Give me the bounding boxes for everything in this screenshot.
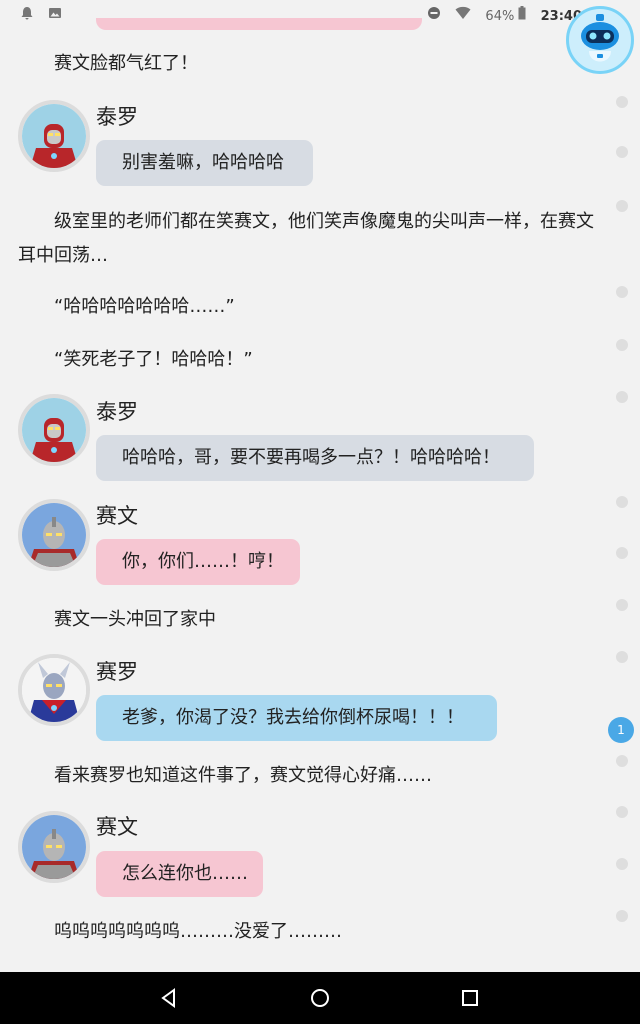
navigation-bar [0,972,640,1024]
scroll-dot[interactable] [616,200,628,212]
back-icon[interactable] [156,985,182,1011]
speaker-name: 泰罗 [96,105,138,129]
assistant-robot-button[interactable] [566,6,634,74]
scroll-dot[interactable] [616,391,628,403]
home-icon[interactable] [307,985,333,1011]
scroll-dot[interactable] [616,858,628,870]
scroll-dot[interactable] [616,547,628,559]
narration-line: 赛文一头冲回了家中 [54,609,216,630]
scroll-dot[interactable] [616,339,628,351]
chat-bubble[interactable]: 你，你们……！哼！ [96,539,300,585]
scroll-dot[interactable] [616,806,628,818]
speaker-name: 赛文 [96,815,138,839]
scroll-dot[interactable] [616,651,628,663]
scroll-dot[interactable] [616,496,628,508]
scroll-dot[interactable] [616,755,628,767]
narration-line: 看来赛罗也知道这件事了，赛文觉得心好痛…… [54,765,432,786]
speaker-name: 泰罗 [96,400,138,424]
scroll-dot-active[interactable]: 1 [608,717,634,743]
scroll-dot[interactable] [616,96,628,108]
recents-icon[interactable] [457,985,483,1011]
scroll-dot[interactable] [616,599,628,611]
scroll-dot[interactable] [616,146,628,158]
speaker-name: 赛罗 [96,660,138,684]
narration-line: 呜呜呜呜呜呜呜………没爱了……… [54,921,342,942]
chat-bubble[interactable]: 老爹，你渴了没？我去给你倒杯尿喝！！！ [96,695,497,741]
seven-avatar[interactable] [18,811,90,883]
robot-icon [581,14,619,62]
story-content[interactable]: 赛文脸都气红了！ 泰罗 别害羞嘛，哈哈哈哈 级室里的老师们都在笑赛文，他们笑声像… [0,0,640,970]
seven-avatar[interactable] [18,499,90,571]
taro-avatar[interactable] [18,394,90,466]
scroll-dot[interactable] [616,286,628,298]
taro-avatar[interactable] [18,100,90,172]
narration-line: “笑死老子了！哈哈哈！” [54,349,253,370]
chat-bubble[interactable]: 别害羞嘛，哈哈哈哈 [96,140,313,186]
zero-avatar[interactable] [18,654,90,726]
narration-paragraph: 级室里的老师们都在笑赛文，他们笑声像魔鬼的尖叫声一样，在赛文耳中回荡… [18,211,594,266]
chat-bubble[interactable]: 哈哈哈，哥，要不要再喝多一点？！哈哈哈哈！ [96,435,534,481]
chat-bubble[interactable]: 怎么连你也…… [96,851,263,897]
scroll-dot[interactable] [616,910,628,922]
narration-line: “哈哈哈哈哈哈哈……” [54,296,235,317]
speaker-name: 赛文 [96,504,138,528]
narration-line: 赛文脸都气红了！ [54,53,198,74]
